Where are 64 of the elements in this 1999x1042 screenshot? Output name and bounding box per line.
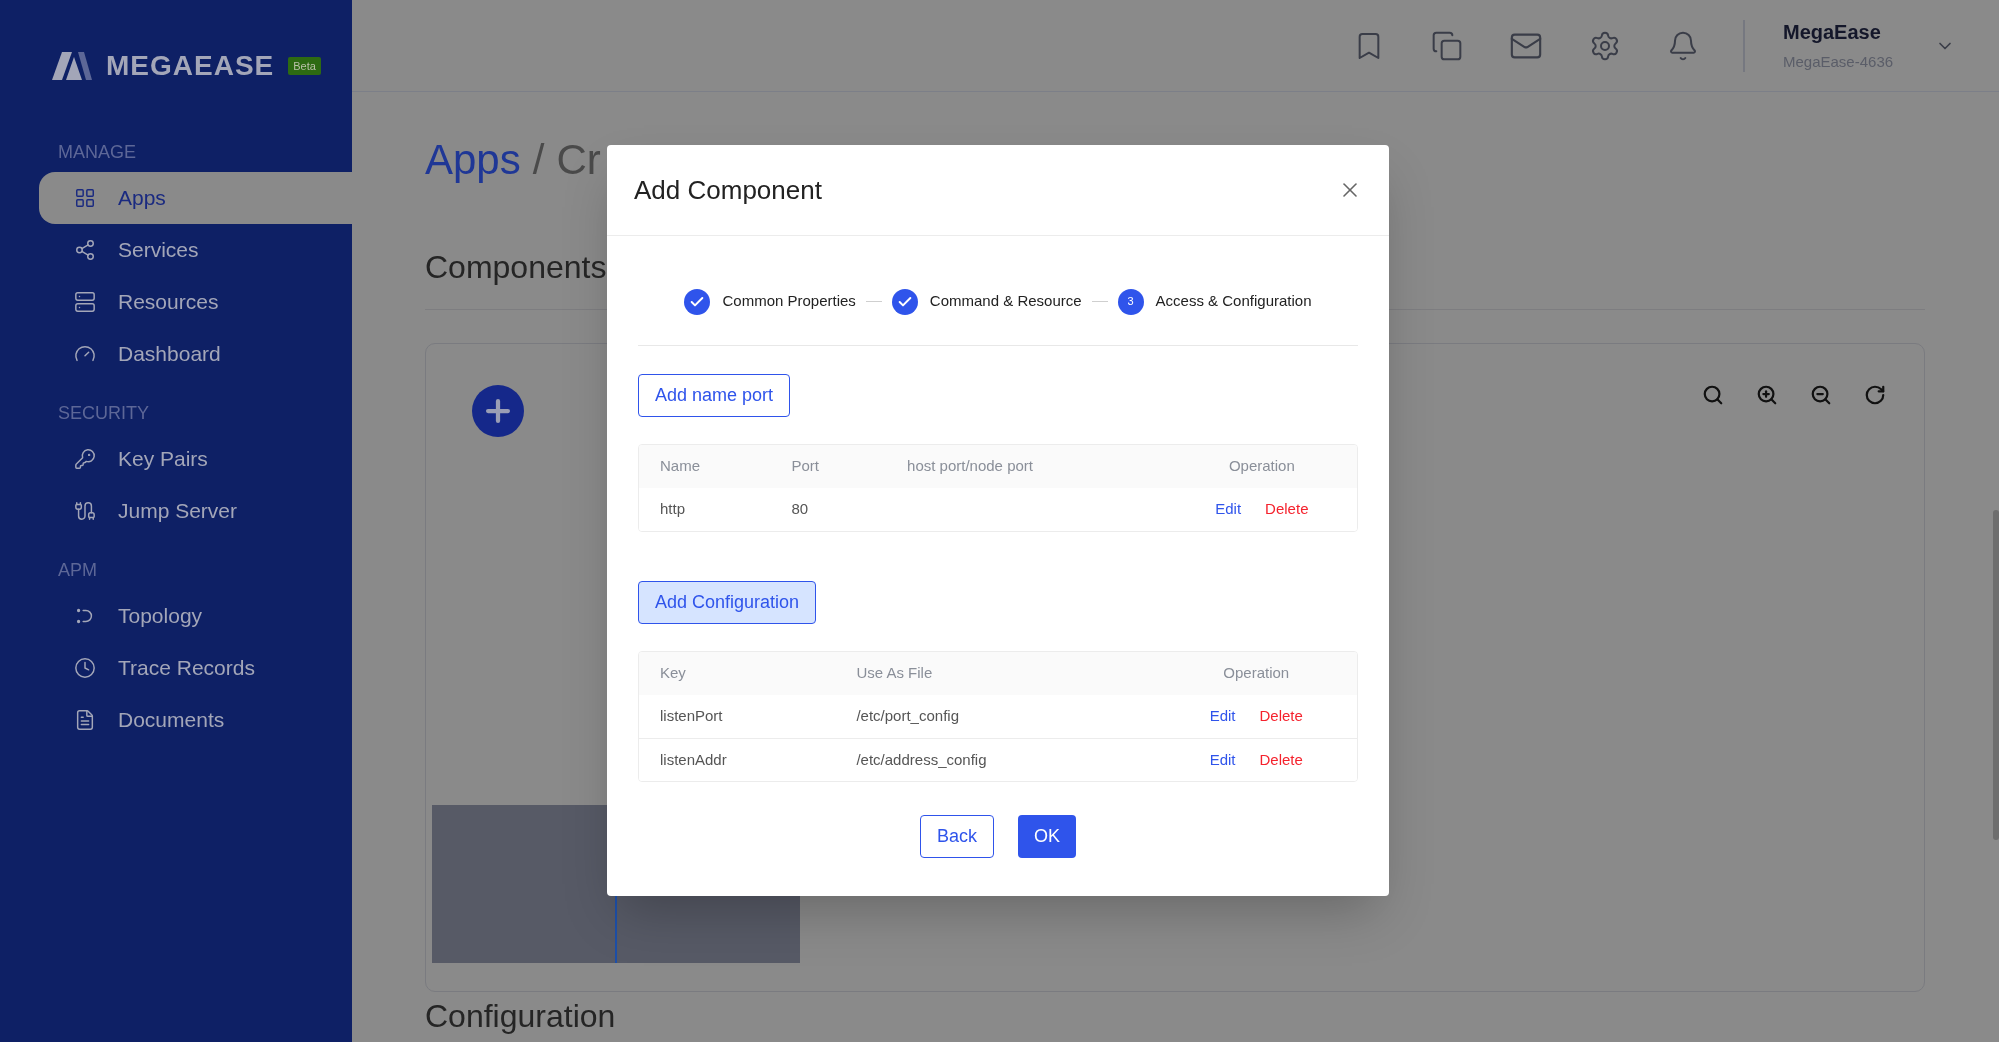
rotate-icon[interactable] xyxy=(1864,384,1886,406)
add-button[interactable] xyxy=(472,385,524,437)
breadcrumb-current: Cr xyxy=(556,135,601,185)
delete-link[interactable]: Delete xyxy=(1259,705,1303,728)
logo-icon xyxy=(52,52,92,80)
server-icon xyxy=(74,291,96,313)
table-cell: http xyxy=(660,500,686,518)
column-header: host port/node port xyxy=(907,456,1034,477)
document-icon xyxy=(74,709,96,731)
step-label: Command & Resource xyxy=(929,291,1082,312)
edit-link[interactable]: Edit xyxy=(1209,705,1236,728)
section-label: MANAGE xyxy=(57,140,137,164)
breadcrumb-separator: / xyxy=(532,135,545,185)
nav-item[interactable]: Jump Server xyxy=(39,485,352,537)
column-header: Operation xyxy=(1227,456,1296,477)
key-icon xyxy=(74,448,96,470)
settings-icon[interactable] xyxy=(1589,29,1621,62)
nav-item[interactable]: Topology xyxy=(39,590,352,642)
column-header: Port xyxy=(791,456,820,477)
grid-icon xyxy=(74,187,96,209)
add-configuration-button[interactable]: Add Configuration xyxy=(638,581,817,624)
nav-item[interactable]: Services xyxy=(39,224,352,276)
section-title: Configuration xyxy=(425,1000,617,1032)
logo-text: MEGAEASE xyxy=(106,49,275,83)
search-icon[interactable] xyxy=(1702,384,1724,406)
table-cell: /etc/address_config xyxy=(856,750,987,768)
zoom-in-icon[interactable] xyxy=(1756,384,1778,406)
nav-item[interactable]: Dashboard xyxy=(39,328,352,380)
column-header: Key xyxy=(660,663,687,684)
table-cell: listenAddr xyxy=(660,750,727,768)
section-label: APM xyxy=(57,558,98,582)
user-name: MegaEase xyxy=(1783,20,1882,46)
zoom-out-icon[interactable] xyxy=(1810,384,1832,406)
step-label: Common Properties xyxy=(722,291,856,312)
ok-button[interactable]: OK xyxy=(1018,815,1076,858)
nodes-icon xyxy=(74,239,96,261)
edit-link[interactable]: Edit xyxy=(1215,498,1242,521)
nav-item[interactable]: Documents xyxy=(39,694,352,746)
table-cell: /etc/port_config xyxy=(856,707,959,725)
edit-link[interactable]: Edit xyxy=(1209,748,1236,772)
dialog-title: Add Component xyxy=(634,173,822,207)
section-label: SECURITY xyxy=(57,401,150,425)
column-header: Operation xyxy=(1222,663,1291,684)
back-button[interactable]: Back xyxy=(919,815,994,858)
nav-item[interactable]: Key Pairs xyxy=(39,433,352,485)
delete-link[interactable]: Delete xyxy=(1259,748,1303,772)
section-title: Components xyxy=(425,248,608,287)
step-label: Access & Configuration xyxy=(1155,291,1312,312)
add-port-button[interactable]: Add name port xyxy=(638,374,791,417)
column-header: Use As File xyxy=(856,663,934,684)
delete-link[interactable]: Delete xyxy=(1265,498,1309,521)
scrollbar[interactable] xyxy=(1993,510,1999,840)
column-header: Name xyxy=(660,456,701,477)
table-cell: listenPort xyxy=(660,707,723,725)
nav-item[interactable]: Trace Records xyxy=(39,642,352,694)
bell-icon[interactable] xyxy=(1667,29,1699,62)
nav-item[interactable]: Apps xyxy=(39,172,352,224)
nav-item[interactable]: Resources xyxy=(39,276,352,328)
table-cell: 80 xyxy=(791,500,809,518)
clock-icon xyxy=(74,657,96,679)
beta-badge: Beta xyxy=(288,56,321,76)
cable-icon xyxy=(74,500,96,522)
stacked-pages-icon[interactable] xyxy=(1431,29,1463,62)
step-number: 3 xyxy=(1117,288,1144,315)
